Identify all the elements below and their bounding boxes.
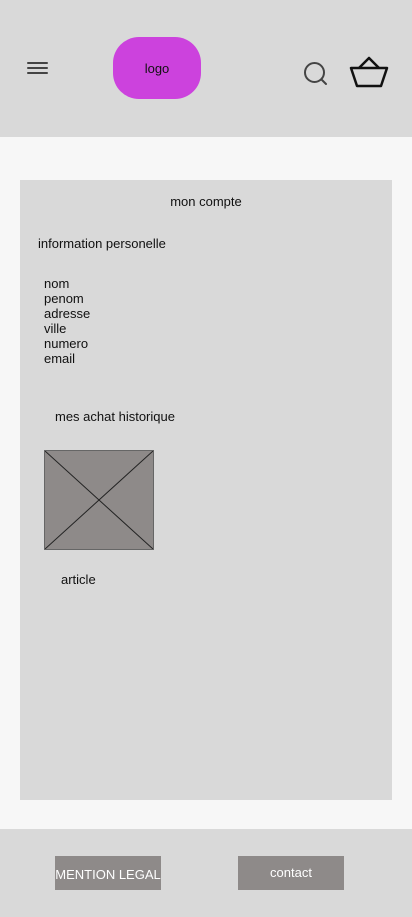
footer: MENTION LEGAL contact xyxy=(0,829,412,917)
menu-line xyxy=(27,67,48,69)
field-numero[interactable]: numero xyxy=(44,336,90,351)
menu-line xyxy=(27,72,48,74)
personal-info-fields: nom penom adresse ville numero email xyxy=(44,276,90,366)
menu-line xyxy=(27,62,48,64)
logo[interactable]: logo xyxy=(113,37,201,99)
contact-button[interactable]: contact xyxy=(238,856,344,890)
header: logo xyxy=(0,0,412,137)
legal-mentions-button[interactable]: MENTION LEGAL xyxy=(55,856,161,890)
field-prenom[interactable]: penom xyxy=(44,291,90,306)
basket-icon[interactable] xyxy=(348,54,390,90)
article-image-placeholder[interactable] xyxy=(44,450,154,550)
search-icon[interactable] xyxy=(302,60,330,88)
purchase-history-heading: mes achat historique xyxy=(55,409,175,424)
field-adresse[interactable]: adresse xyxy=(44,306,90,321)
account-panel: mon compte information personelle nom pe… xyxy=(20,180,392,800)
personal-info-heading: information personelle xyxy=(38,236,166,251)
field-ville[interactable]: ville xyxy=(44,321,90,336)
hamburger-menu-icon[interactable] xyxy=(27,60,49,76)
page-title: mon compte xyxy=(170,194,242,209)
article-label[interactable]: article xyxy=(61,572,96,587)
logo-label: logo xyxy=(144,60,170,76)
account-page: logo mon compte information personelle n… xyxy=(0,0,412,917)
placeholder-cross-icon xyxy=(45,451,153,549)
field-email[interactable]: email xyxy=(44,351,90,366)
field-nom[interactable]: nom xyxy=(44,276,90,291)
